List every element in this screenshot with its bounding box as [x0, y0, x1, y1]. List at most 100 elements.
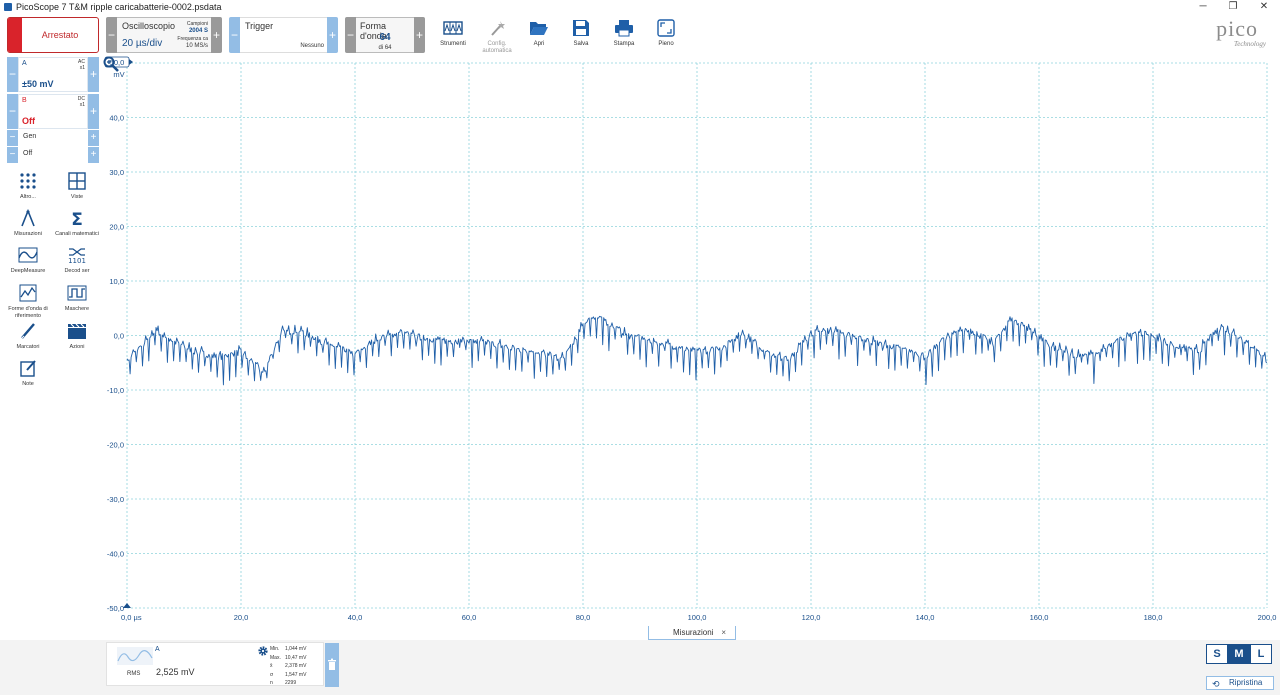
minimize-button[interactable]: ─ — [1188, 0, 1218, 14]
views-button[interactable]: Viste — [53, 172, 101, 208]
math-channels-button[interactable]: Σ Canali matematici — [53, 209, 101, 245]
generator-state-row: − Off + — [7, 147, 99, 163]
actions-button[interactable]: Azioni — [53, 322, 101, 358]
left-panel: − A AC x1 ±50 mV + − B DC x1 Off + − Gen + — [0, 56, 103, 695]
waveform-prev-button[interactable]: − — [345, 17, 356, 53]
close-window-button[interactable]: ✕ — [1249, 0, 1279, 14]
trigger-mode: Nessuno — [300, 43, 324, 49]
save-button[interactable]: Salva — [562, 17, 600, 53]
channel-a-range: ±50 mV — [22, 79, 54, 89]
waveform-buffer-panel[interactable]: Forma d'onda 64 di 64 — [356, 17, 414, 53]
channel-b-control: − B DC x1 Off + — [7, 94, 99, 129]
run-stop-button[interactable]: Arrestato — [7, 17, 99, 53]
trigger-group: − Trigger Nessuno + — [229, 17, 338, 53]
generator-row: − Gen + — [7, 130, 99, 146]
timebase-decrease-button[interactable]: − — [106, 17, 117, 53]
measurement-statistics: Min. 1,044 mV Max. 10,47 mV x̄ 2,378 mV σ 1,… — [270, 645, 306, 688]
mask-icon — [67, 285, 87, 301]
generator-state-decrease[interactable]: − — [7, 147, 18, 163]
measurement-card[interactable]: RMS A 2,525 mV Min. 1,044 mV Max. 10,47 mV… — [106, 642, 339, 688]
sample-rate-label: Frequenza ca — [177, 36, 208, 42]
serial-decode-button[interactable]: 1101 Decod ser — [53, 246, 101, 282]
masks-button[interactable]: Maschere — [53, 284, 101, 320]
more-button[interactable]: Altro... — [4, 172, 52, 208]
restore-button[interactable]: ⟲ Ripristina — [1206, 676, 1274, 690]
generator-state-increase[interactable]: + — [88, 147, 99, 163]
scope-view[interactable]: 40,0 30,0 20,0 10,0 0,0 -10,0 -20,0 -30,0 -40,0 -… — [103, 56, 1280, 626]
reference-waveforms-button[interactable]: Forme d'onda di riferimento — [4, 284, 52, 320]
channel-b-range-decrease[interactable]: − — [7, 94, 18, 129]
reference-waveform-icon — [19, 284, 37, 302]
fullscreen-label: Pieno — [658, 41, 674, 47]
channel-b-range: Off — [22, 116, 35, 126]
open-button[interactable]: Apri — [520, 17, 558, 53]
generator-increase[interactable]: + — [88, 130, 99, 146]
x-tick-label: 140,0 — [916, 613, 935, 622]
instruments-icon — [443, 21, 463, 35]
generator-label: Gen — [23, 133, 37, 140]
size-small-button[interactable]: S — [1206, 644, 1228, 664]
restore-window-button[interactable]: ❐ — [1218, 0, 1248, 14]
measurements-tab-close[interactable]: × — [721, 626, 726, 639]
instruments-button[interactable]: Strumenti — [434, 17, 472, 53]
scope-mode-panel[interactable]: Oscilloscopio 20 µs/div Campioni 2004 S … — [117, 17, 211, 53]
generator-decrease[interactable]: − — [7, 130, 18, 146]
gear-icon[interactable] — [257, 645, 269, 657]
channel-a-range-decrease[interactable]: − — [7, 57, 18, 92]
reference-waveforms-label: Forme d'onda di riferimento — [8, 306, 48, 319]
generator-state: Off — [23, 150, 33, 157]
scope-grid — [126, 62, 1268, 609]
trigger-panel[interactable]: Trigger Nessuno — [240, 17, 327, 53]
channel-b-coupling: DC x1 — [77, 96, 85, 108]
channel-b-panel[interactable]: B DC x1 Off — [18, 94, 88, 129]
notes-button[interactable]: Note — [4, 359, 52, 395]
stat-mean: x̄ 2,378 mV — [270, 663, 307, 669]
save-icon — [573, 20, 589, 36]
channel-b-range-increase[interactable]: + — [88, 94, 99, 129]
more-label: Altro... — [20, 194, 36, 200]
title-bar: PicoScope 7 T&M ripple caricabatterie-00… — [0, 0, 1280, 14]
deepmeasure-label: DeepMeasure — [10, 268, 46, 274]
x-tick-label: 80,0 — [576, 613, 591, 622]
x-tick-label: 120,0 — [802, 613, 821, 622]
run-state-label: Arrestato — [41, 30, 79, 40]
y-tick-label: -30,0 — [107, 495, 124, 504]
y-tick-label: 40,0 — [109, 114, 124, 123]
pico-logo: pico Technology — [1184, 16, 1266, 52]
channel-b-name: B — [22, 97, 27, 104]
deepmeasure-button[interactable]: DeepMeasure — [4, 246, 52, 282]
stop-indicator — [8, 18, 22, 52]
size-large-button[interactable]: L — [1250, 644, 1272, 664]
channel-a-control: − A AC x1 ±50 mV + — [7, 57, 99, 92]
measurements-button[interactable]: Misurazioni — [4, 209, 52, 245]
samples-label: Campioni — [186, 21, 208, 27]
trigger-decrease-button[interactable]: − — [229, 17, 240, 53]
timebase-increase-button[interactable]: + — [211, 17, 222, 53]
scope-mode-title: Oscilloscopio — [122, 21, 176, 31]
svg-text:1101: 1101 — [68, 257, 86, 264]
stat-max: Max. 10,47 mV — [270, 654, 307, 661]
scope-chart[interactable]: 40,0 30,0 20,0 10,0 0,0 -10,0 -20,0 -30,0 -40,0 -… — [103, 56, 1280, 626]
trigger-increase-button[interactable]: + — [327, 17, 338, 53]
delete-measurement-button[interactable] — [325, 643, 339, 687]
channel-a-panel[interactable]: A AC x1 ±50 mV — [18, 57, 88, 92]
wand-icon — [491, 21, 505, 36]
fullscreen-button[interactable]: Pieno — [647, 17, 685, 53]
measurements-tab[interactable]: Misurazioni × — [648, 626, 736, 640]
zoom-icon[interactable] — [103, 56, 119, 72]
y-tick-label: 30,0 — [109, 168, 124, 177]
rulers-button[interactable]: Marcatori — [4, 322, 52, 358]
print-button[interactable]: Stampa — [605, 17, 643, 53]
print-icon — [615, 20, 633, 37]
measurement-type: RMS — [127, 671, 141, 677]
scope-mode-group: − Oscilloscopio 20 µs/div Campioni 2004 … — [106, 17, 222, 53]
waveform-buffer-group: − Forma d'onda 64 di 64 + — [345, 17, 425, 53]
rulers-label: Marcatori — [16, 344, 40, 350]
size-medium-button[interactable]: M — [1228, 644, 1250, 664]
waveform-next-button[interactable]: + — [414, 17, 425, 53]
math-channels-label: Canali matematici — [55, 231, 99, 237]
autoconfig-button[interactable]: Config. automatica — [478, 17, 516, 54]
rms-waveform-icon — [117, 647, 153, 665]
channel-a-range-increase[interactable]: + — [88, 57, 99, 92]
views-label: Viste — [70, 194, 84, 200]
